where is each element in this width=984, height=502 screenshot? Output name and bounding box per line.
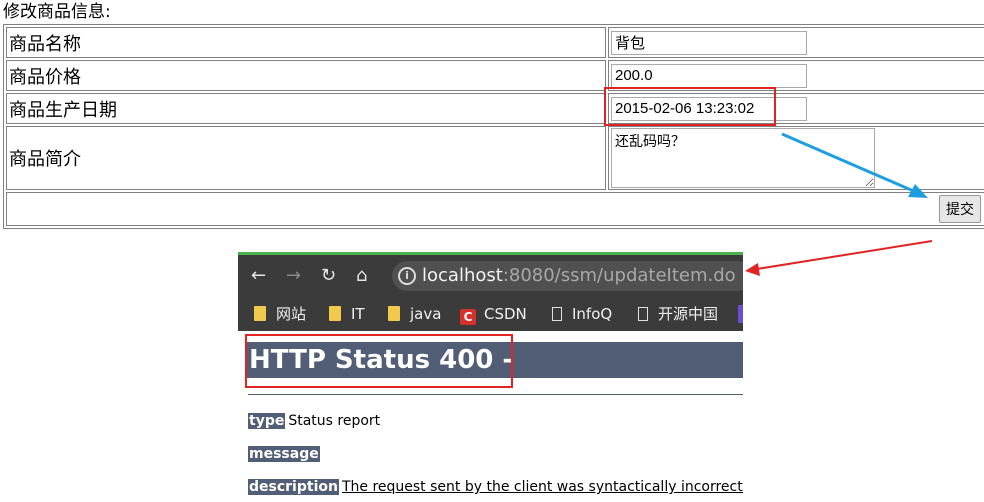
bookmarks-bar: 网站 IT java C CSDN InfoQ 开源中国 xyxy=(238,297,743,331)
date-highlight-box xyxy=(604,87,776,126)
type-value: Status report xyxy=(288,413,381,429)
url-host: localhost xyxy=(422,265,503,286)
type-line: type Status report xyxy=(248,412,380,430)
form-row-date: 商品生产日期 xyxy=(6,93,984,124)
bookmark-item-java[interactable]: java xyxy=(388,305,441,323)
url-text[interactable]: localhost:8080/ssm/updateItem.do xyxy=(422,265,736,287)
item-name-input[interactable] xyxy=(611,30,807,55)
reload-icon[interactable]: ↻ xyxy=(321,265,336,287)
forward-arrow-icon[interactable]: → xyxy=(286,265,301,287)
form-row-price: 商品价格 xyxy=(6,60,984,91)
bookmark-item-it[interactable]: IT xyxy=(329,305,365,323)
type-label: type xyxy=(248,413,286,429)
browser-toolbar: ← → ↻ ⌂ i localhost:8080/ssm/updateItem.… xyxy=(238,255,743,297)
form-row-detail: 商品简介 还乱码吗？ xyxy=(6,126,984,190)
folder-icon xyxy=(329,306,341,321)
form-row-submit: 提交 xyxy=(6,192,984,226)
back-arrow-icon[interactable]: ← xyxy=(251,265,266,287)
home-icon[interactable]: ⌂ xyxy=(356,265,367,287)
folder-icon xyxy=(254,306,266,321)
bookmark-label: java xyxy=(410,305,442,323)
page-icon xyxy=(552,307,562,321)
csdn-logo-icon: C xyxy=(460,309,476,325)
form-title: 修改商品信息: xyxy=(3,2,111,22)
bookmark-item-wangzhan[interactable]: 网站 xyxy=(254,305,306,323)
form-row-name: 商品名称 xyxy=(6,27,984,58)
url-path: :8080/ssm/updateItem.do xyxy=(502,265,736,286)
bookmark-item-csdn[interactable]: C CSDN xyxy=(460,305,527,325)
message-line: message xyxy=(248,445,323,463)
bookmark-label: 开源中国 xyxy=(658,305,719,323)
item-name-label: 商品名称 xyxy=(6,27,606,58)
description-line: description The request sent by the clien… xyxy=(248,478,743,496)
page-icon xyxy=(638,307,648,321)
description-value: The request sent by the client was synta… xyxy=(341,479,743,495)
bookmark-label: 网站 xyxy=(276,305,307,323)
message-label: message xyxy=(248,446,320,462)
item-price-label: 商品价格 xyxy=(6,60,606,91)
bookmark-label: IT xyxy=(351,305,365,323)
edit-item-form: 商品名称 商品价格 商品生产日期 商品简介 还乱码吗？ 提交 xyxy=(3,24,984,229)
item-price-input[interactable] xyxy=(611,63,807,88)
bookmark-item-oschina[interactable]: 开源中国 xyxy=(638,305,718,323)
item-detail-textarea[interactable]: 还乱码吗？ xyxy=(611,128,875,188)
description-label: description xyxy=(248,479,339,495)
folder-icon xyxy=(388,306,400,321)
status-highlight-box xyxy=(245,334,513,388)
annotation-arrow-red xyxy=(745,240,933,276)
bookmark-label: CSDN xyxy=(484,305,527,323)
item-date-label: 商品生产日期 xyxy=(6,93,606,124)
bookmark-label: InfoQ xyxy=(572,305,613,323)
divider xyxy=(248,394,743,395)
bookmark-item-infoq[interactable]: InfoQ xyxy=(552,305,612,323)
item-detail-label: 商品简介 xyxy=(6,126,606,190)
bookmark-overflow-icon[interactable] xyxy=(738,305,743,323)
submit-button[interactable]: 提交 xyxy=(939,195,981,223)
site-info-icon[interactable]: i xyxy=(398,267,416,285)
